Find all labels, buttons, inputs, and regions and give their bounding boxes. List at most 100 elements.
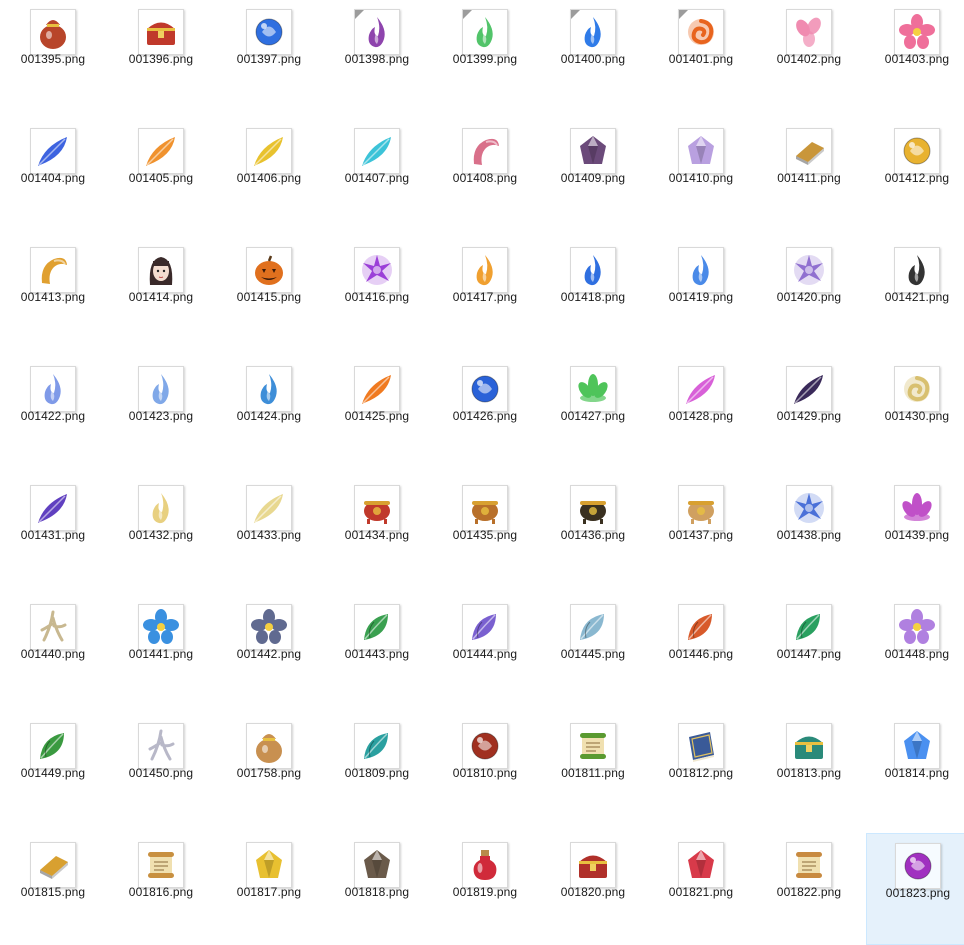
file-item[interactable]: 001445.png (542, 595, 644, 707)
file-thumbnail[interactable] (786, 485, 832, 531)
file-item[interactable]: 001431.png (2, 476, 104, 588)
file-item[interactable]: 001397.png (218, 0, 320, 112)
file-thumbnail[interactable] (678, 366, 724, 412)
file-thumbnail[interactable] (30, 247, 76, 293)
file-item[interactable]: 001433.png (218, 476, 320, 588)
file-thumbnail[interactable] (786, 366, 832, 412)
file-thumbnail[interactable] (570, 604, 616, 650)
file-thumbnail[interactable] (894, 247, 940, 293)
file-item[interactable]: 001814.png (866, 714, 964, 826)
file-item[interactable]: 001405.png (110, 119, 212, 231)
file-thumbnail[interactable] (678, 128, 724, 174)
file-thumbnail[interactable] (30, 9, 76, 55)
file-thumbnail[interactable] (246, 842, 292, 888)
file-thumbnail[interactable] (462, 9, 508, 55)
file-item[interactable]: 001823.png (866, 833, 964, 945)
file-item[interactable]: 001449.png (2, 714, 104, 826)
file-item[interactable]: 001429.png (758, 357, 860, 469)
file-item[interactable]: 001812.png (650, 714, 752, 826)
file-item[interactable]: 001421.png (866, 238, 964, 350)
file-item[interactable]: 001425.png (326, 357, 428, 469)
file-thumbnail[interactable] (30, 485, 76, 531)
file-thumbnail[interactable] (786, 842, 832, 888)
file-item[interactable]: 001816.png (110, 833, 212, 945)
file-thumbnail[interactable] (462, 842, 508, 888)
file-item[interactable]: 001418.png (542, 238, 644, 350)
file-thumbnail[interactable] (30, 128, 76, 174)
file-item[interactable]: 001410.png (650, 119, 752, 231)
file-thumbnail[interactable] (786, 604, 832, 650)
file-thumbnail[interactable] (354, 485, 400, 531)
file-item[interactable]: 001815.png (2, 833, 104, 945)
file-thumbnail[interactable] (894, 128, 940, 174)
file-thumbnail[interactable] (138, 128, 184, 174)
file-item[interactable]: 001419.png (650, 238, 752, 350)
file-thumbnail[interactable] (462, 604, 508, 650)
file-thumbnail[interactable] (895, 843, 941, 889)
file-thumbnail[interactable] (894, 485, 940, 531)
file-item[interactable]: 001439.png (866, 476, 964, 588)
file-item[interactable]: 001412.png (866, 119, 964, 231)
file-item[interactable]: 001822.png (758, 833, 860, 945)
file-item[interactable]: 001417.png (434, 238, 536, 350)
file-item[interactable]: 001415.png (218, 238, 320, 350)
file-item[interactable]: 001444.png (434, 595, 536, 707)
file-thumbnail[interactable] (30, 842, 76, 888)
file-item[interactable]: 001821.png (650, 833, 752, 945)
file-item[interactable]: 001811.png (542, 714, 644, 826)
file-thumbnail[interactable] (354, 842, 400, 888)
file-thumbnail[interactable] (570, 366, 616, 412)
file-thumbnail[interactable] (894, 9, 940, 55)
file-thumbnail[interactable] (462, 723, 508, 769)
file-thumbnail[interactable] (786, 128, 832, 174)
file-item[interactable]: 001438.png (758, 476, 860, 588)
file-item[interactable]: 001413.png (2, 238, 104, 350)
file-item[interactable]: 001813.png (758, 714, 860, 826)
file-thumbnail[interactable] (570, 842, 616, 888)
file-item[interactable]: 001422.png (2, 357, 104, 469)
file-item[interactable]: 001436.png (542, 476, 644, 588)
file-thumbnail[interactable] (894, 366, 940, 412)
file-item[interactable]: 001402.png (758, 0, 860, 112)
file-item[interactable]: 001407.png (326, 119, 428, 231)
file-thumbnail[interactable] (138, 9, 184, 55)
file-thumbnail[interactable] (246, 604, 292, 650)
file-thumbnail[interactable] (246, 366, 292, 412)
file-item[interactable]: 001443.png (326, 595, 428, 707)
file-item[interactable]: 001420.png (758, 238, 860, 350)
file-item[interactable]: 001416.png (326, 238, 428, 350)
file-item[interactable]: 001440.png (2, 595, 104, 707)
file-item[interactable]: 001404.png (2, 119, 104, 231)
file-thumbnail[interactable] (570, 723, 616, 769)
file-thumbnail[interactable] (678, 842, 724, 888)
file-item[interactable]: 001441.png (110, 595, 212, 707)
file-thumbnail[interactable] (138, 247, 184, 293)
file-thumbnail[interactable] (570, 128, 616, 174)
file-item[interactable]: 001819.png (434, 833, 536, 945)
file-thumbnail[interactable] (678, 485, 724, 531)
file-thumbnail[interactable] (354, 604, 400, 650)
file-item[interactable]: 001398.png (326, 0, 428, 112)
file-item[interactable]: 001817.png (218, 833, 320, 945)
file-thumbnail[interactable] (678, 604, 724, 650)
file-thumbnail[interactable] (678, 247, 724, 293)
file-item[interactable]: 001758.png (218, 714, 320, 826)
file-thumbnail[interactable] (570, 247, 616, 293)
file-item[interactable]: 001424.png (218, 357, 320, 469)
file-thumbnail[interactable] (786, 9, 832, 55)
file-thumbnail[interactable] (30, 366, 76, 412)
file-item[interactable]: 001430.png (866, 357, 964, 469)
file-thumbnail[interactable] (786, 247, 832, 293)
file-thumbnail[interactable] (354, 366, 400, 412)
file-thumbnail[interactable] (246, 247, 292, 293)
file-item[interactable]: 001450.png (110, 714, 212, 826)
file-thumbnail[interactable] (138, 842, 184, 888)
file-thumbnail[interactable] (354, 723, 400, 769)
file-item[interactable]: 001810.png (434, 714, 536, 826)
file-item[interactable]: 001442.png (218, 595, 320, 707)
file-thumbnail[interactable] (246, 128, 292, 174)
file-item[interactable]: 001435.png (434, 476, 536, 588)
file-item[interactable]: 001395.png (2, 0, 104, 112)
file-thumbnail[interactable] (462, 128, 508, 174)
file-item[interactable]: 001437.png (650, 476, 752, 588)
